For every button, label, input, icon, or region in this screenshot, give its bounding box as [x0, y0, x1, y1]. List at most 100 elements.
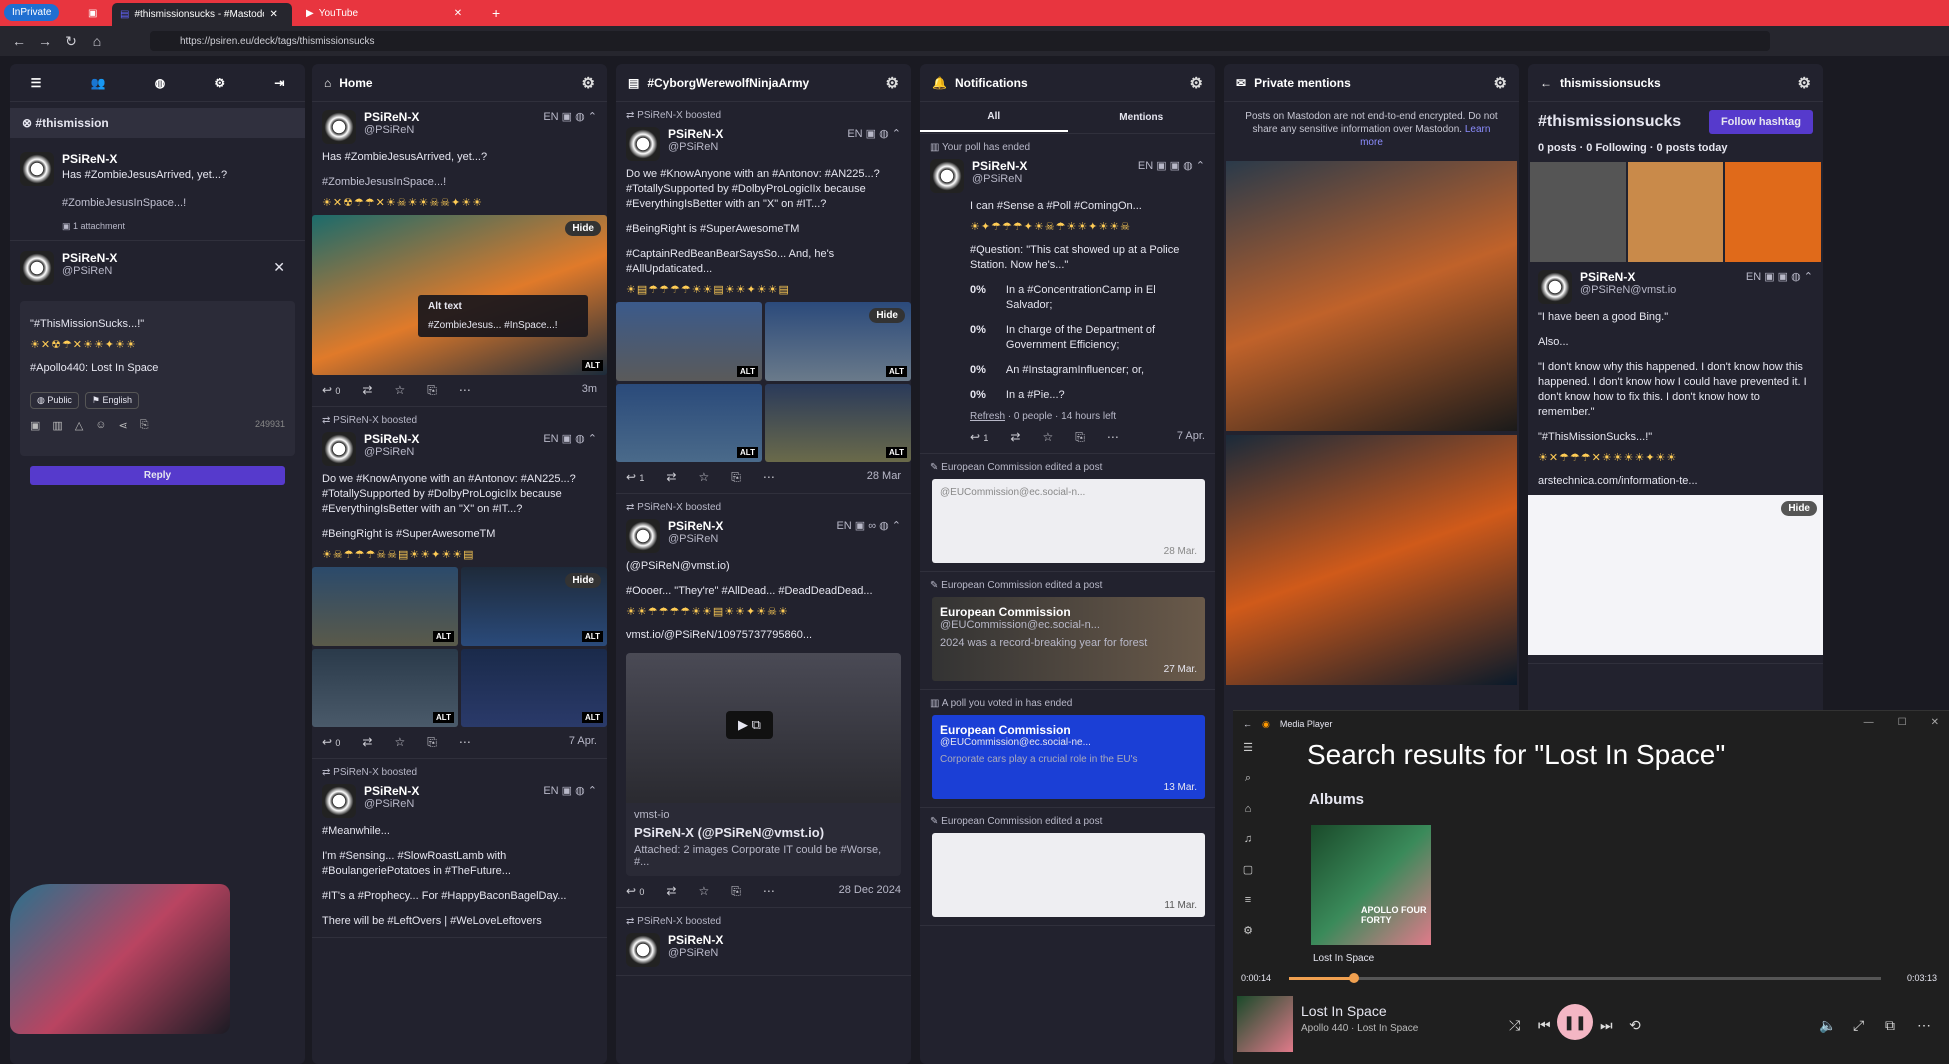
follow-hashtag-button[interactable]: Follow hashtag	[1708, 110, 1813, 134]
tab-youtube[interactable]: ▶ YouTube ✕	[298, 3, 476, 23]
gear-icon[interactable]: ⚙	[582, 74, 595, 92]
star-icon[interactable]: ☆	[698, 470, 709, 485]
reply-icon[interactable]: ↩ 1	[970, 430, 988, 445]
edited-post-preview[interactable]: @EUCommission@ec.social-n... 28 Mar.	[932, 479, 1205, 563]
close-icon[interactable]: ✕	[273, 259, 285, 276]
tab-all[interactable]: All	[920, 103, 1068, 132]
back-icon[interactable]: ←	[1540, 76, 1552, 90]
media-icon[interactable]: ▣	[30, 419, 40, 432]
post-link[interactable]: arstechnica.com/information-te...	[1538, 474, 1813, 489]
maximize-icon[interactable]: ☐	[1898, 717, 1907, 728]
inprivate-badge[interactable]: InPrivate	[4, 4, 60, 21]
gear-icon[interactable]: ⚙	[1190, 74, 1203, 92]
url-input[interactable]: https://psiren.eu/deck/tags/thismissions…	[150, 31, 1770, 51]
alt-badge[interactable]: ALT	[737, 447, 758, 458]
alt-badge[interactable]: ALT	[582, 630, 603, 642]
more-icon[interactable]: ⋯	[1107, 430, 1119, 445]
more-icon[interactable]: ⋯	[763, 884, 775, 899]
pause-button[interactable]: ❚❚	[1557, 1004, 1593, 1040]
miniplayer-icon[interactable]: ⧉	[1885, 1017, 1895, 1034]
fullscreen-icon[interactable]: ⤢	[1853, 1017, 1864, 1034]
gear-icon[interactable]: ⚙	[1798, 74, 1811, 92]
settings-icon[interactable]: ⚙	[1243, 924, 1253, 937]
status-post[interactable]: PSiReN-X @PSiReN EN ▣ ◍ ⌃ Has #ZombieJesus…	[312, 102, 607, 407]
notification-item[interactable]: ▥ Your poll has ended PSiReN-X @PSiReN EN …	[920, 134, 1215, 454]
notification-item[interactable]: ▥ A poll you voted in has ended European…	[920, 690, 1215, 808]
star-icon[interactable]: ☆	[698, 884, 709, 899]
hide-button[interactable]: Hide	[869, 308, 905, 323]
post-image[interactable]: ALT	[765, 383, 911, 462]
settings-icon[interactable]: ⚙	[214, 76, 225, 90]
alt-badge[interactable]: ALT	[886, 365, 907, 377]
volume-icon[interactable]: 🔈	[1819, 1017, 1836, 1034]
star-icon[interactable]: ☆	[394, 735, 405, 750]
hide-button[interactable]: Hide	[565, 573, 601, 588]
back-icon[interactable]: ←	[6, 33, 32, 49]
menu-icon[interactable]: ☰	[31, 76, 42, 90]
reply-textarea[interactable]: "#ThisMissionSucks...!" ☀✕☢☂✕☀☀✦☀☀ #Apol…	[20, 301, 295, 456]
post-image[interactable]: Hide ALT	[765, 302, 911, 381]
more-icon[interactable]: ⋯	[763, 470, 775, 485]
reply-icon[interactable]: ↩ 0	[626, 884, 644, 899]
tab-mastodon[interactable]: ▤ #thismissionsucks - #Mastodon ✕	[112, 3, 292, 26]
reply-icon[interactable]: ↩ 0	[322, 735, 340, 750]
logout-icon[interactable]: ⇥	[274, 76, 284, 90]
warning-icon[interactable]: △	[75, 419, 83, 432]
progress-track[interactable]	[1289, 973, 1881, 983]
star-icon[interactable]: ☆	[1042, 430, 1053, 445]
hashtag-chip[interactable]: ⊗ #thismission	[10, 108, 305, 138]
boost-icon[interactable]: ⇄	[362, 383, 372, 398]
reply-button[interactable]: Reply	[30, 466, 285, 485]
post-link[interactable]: vmst.io/@PSiReN/10975737795860...	[626, 628, 901, 643]
notification-item[interactable]: ✎ European Commission edited a post 11 M…	[920, 808, 1215, 926]
featured-image[interactable]	[1530, 162, 1626, 262]
reply-icon[interactable]: ↩ 1	[626, 470, 644, 485]
star-icon[interactable]: ☆	[394, 383, 405, 398]
post-image[interactable]: ALT	[312, 648, 458, 727]
next-icon[interactable]: ⏭	[1600, 1017, 1613, 1034]
language-button[interactable]: ⚑ English	[84, 392, 139, 409]
home-icon[interactable]: ⌂	[84, 33, 110, 49]
featured-image[interactable]	[1725, 162, 1822, 262]
post-image[interactable]: ALT	[312, 567, 458, 646]
status-post[interactable]: ⇄ PSiReN-X boosted PSiReN-X @PSiReN EN ▣ ◍…	[616, 102, 911, 494]
bookmark-icon[interactable]: ⎘	[731, 470, 741, 485]
poll-post-preview[interactable]: European Commission @EUCommission@ec.soci…	[932, 715, 1205, 799]
poll-icon[interactable]: ▥	[52, 419, 62, 432]
refresh-link[interactable]: Refresh	[970, 411, 1005, 422]
status-post[interactable]: PSiReN-X @PSiReN@vmst.io EN ▣ ▣ ◍ ⌃ "I hav…	[1528, 262, 1823, 664]
more-icon[interactable]: ⋯	[459, 383, 471, 398]
post-image[interactable]: ALT	[616, 383, 762, 462]
hide-button[interactable]: Hide	[1781, 501, 1817, 516]
repeat-icon[interactable]: ⟲	[1629, 1017, 1641, 1034]
previous-icon[interactable]: ⏮	[1538, 1017, 1551, 1034]
minimize-icon[interactable]: —	[1864, 717, 1874, 728]
people-icon[interactable]: 👥	[91, 76, 106, 90]
queue-icon[interactable]: ≡	[1245, 894, 1251, 906]
new-tab-button[interactable]: +	[484, 3, 508, 23]
bookmark-icon[interactable]: ⎘	[427, 735, 437, 750]
boost-icon[interactable]: ⇄	[362, 735, 372, 750]
gear-icon[interactable]: ⚙	[1494, 74, 1507, 92]
edited-post-preview[interactable]: European Commission @EUCommission@ec.soci…	[932, 597, 1205, 681]
boost-icon[interactable]: ⇄	[666, 884, 676, 899]
bookmark-icon[interactable]: ⎘	[1075, 430, 1085, 445]
post-image[interactable]: Hide ALT	[461, 567, 607, 646]
status-post[interactable]: ⇄ PSiReN-X boosted PSiReN-X @PSiReN EN ▣ ◍…	[312, 407, 607, 759]
post-image[interactable]: ALT	[616, 302, 762, 381]
edited-post-preview[interactable]: 11 Mar.	[932, 833, 1205, 917]
globe-icon[interactable]: ◍	[155, 76, 165, 90]
notification-item[interactable]: ✎ European Commission edited a post @EUC…	[920, 454, 1215, 572]
alt-badge[interactable]: ALT	[433, 712, 454, 723]
progress-handle[interactable]	[1349, 973, 1360, 983]
tab-actions-icon[interactable]: ▣	[80, 3, 105, 23]
boost-icon[interactable]: ⇄	[666, 470, 676, 485]
status-post[interactable]: ⇄ PSiReN-X boosted PSiReN-X @PSiReN EN ▣ ∞…	[616, 494, 911, 908]
status-post[interactable]: ⇄ PSiReN-X boosted PSiReN-X @PSiReN EN ▣ ◍…	[312, 759, 607, 938]
status-post[interactable]: ⇄ PSiReN-X boosted PSiReN-X @PSiReN	[616, 908, 911, 976]
forward-icon[interactable]: →	[32, 33, 58, 49]
bookmark-icon[interactable]: ⎘	[140, 419, 149, 432]
music-icon[interactable]: ♫	[1244, 833, 1252, 845]
notification-item[interactable]: ✎ European Commission edited a post Euro…	[920, 572, 1215, 690]
more-icon[interactable]: ⋯	[1917, 1017, 1931, 1034]
